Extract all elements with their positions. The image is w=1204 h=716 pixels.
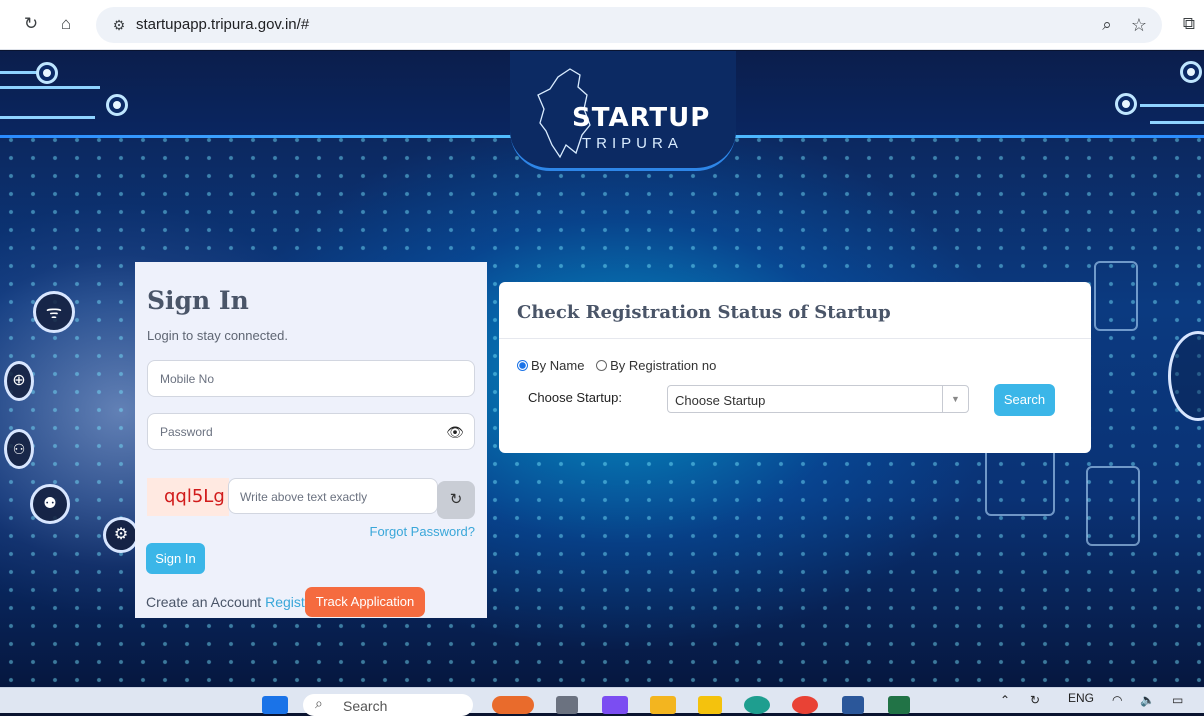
- search-icon: ⌕: [315, 695, 323, 711]
- signin-button[interactable]: Sign In: [146, 543, 205, 574]
- page-background: STARTUP TRIPURA ᯤ ⊕ ⚇ ⚉ ⚙ Sign In Login …: [0, 51, 1204, 687]
- track-application-button[interactable]: Track Application: [305, 587, 425, 617]
- language-indicator[interactable]: ENG: [1068, 691, 1094, 705]
- radio-by-registration-label[interactable]: By Registration no: [610, 358, 716, 373]
- signin-title: Sign In: [147, 286, 249, 315]
- people-icon: ⚇: [4, 429, 34, 469]
- edge-icon[interactable]: [744, 696, 770, 714]
- battery-icon[interactable]: ▭: [1172, 693, 1183, 707]
- chevron-up-icon[interactable]: ⌃: [1000, 693, 1010, 707]
- radio-by-name-label[interactable]: By Name: [531, 358, 584, 373]
- circuit-wire: [1140, 104, 1204, 107]
- radio-by-name[interactable]: [517, 360, 528, 371]
- browser-toolbar: ↻ ⌂ ⚙ startupapp.tripura.gov.in/# ⌕ ☆ ⧉: [0, 0, 1204, 50]
- select-value: Choose Startup: [675, 393, 766, 408]
- reload-icon[interactable]: ↻: [20, 13, 42, 35]
- search-mode-radios: By Name By Registration no: [517, 358, 716, 373]
- circuit-wire: [0, 71, 40, 74]
- circuit-node: [1180, 61, 1202, 83]
- radio-by-registration[interactable]: [596, 360, 608, 371]
- password-placeholder: Password: [160, 425, 213, 439]
- extensions-icon[interactable]: ⧉: [1178, 13, 1200, 35]
- circuit-wire: [0, 86, 100, 89]
- create-account-label: Create an Account: [146, 594, 262, 610]
- hologram-panel: [1094, 261, 1138, 331]
- globe-icon: ⊕: [4, 361, 34, 401]
- taskbar-search-label: Search: [343, 698, 388, 714]
- bookmark-star-icon[interactable]: ☆: [1128, 14, 1150, 36]
- captcha-input[interactable]: Write above text exactly: [228, 478, 438, 514]
- password-input[interactable]: Password 👁: [147, 413, 475, 450]
- circuit-wire: [0, 116, 95, 119]
- mobile-input[interactable]: Mobile No: [147, 360, 475, 397]
- eye-icon[interactable]: 👁: [446, 423, 464, 441]
- logo-subtitle: TRIPURA: [582, 135, 683, 152]
- task-view-icon[interactable]: [556, 696, 578, 714]
- gear-icon: ⚙: [103, 517, 139, 553]
- chrome-icon[interactable]: [792, 696, 818, 714]
- hologram-panel: [1086, 466, 1140, 546]
- excel-icon[interactable]: [888, 696, 910, 714]
- wifi-icon: ᯤ: [33, 291, 75, 333]
- word-icon[interactable]: [842, 696, 864, 714]
- circuit-wire: [1150, 121, 1204, 124]
- registration-status-card: Check Registration Status of Startup By …: [499, 282, 1091, 453]
- sticky-notes-icon[interactable]: [698, 696, 722, 714]
- url-text[interactable]: startupapp.tripura.gov.in/#: [136, 16, 309, 33]
- captcha-image: qql5Lg: [147, 478, 229, 516]
- wifi-tray-icon[interactable]: ◠: [1112, 693, 1122, 707]
- copilot-icon[interactable]: [602, 696, 628, 714]
- home-icon[interactable]: ⌂: [55, 13, 77, 35]
- choose-startup-select[interactable]: Choose Startup ▼: [667, 385, 969, 413]
- circuit-node: [106, 94, 128, 116]
- choose-startup-label: Choose Startup:: [528, 390, 622, 405]
- site-settings-icon[interactable]: ⚙: [108, 14, 130, 36]
- refresh-icon[interactable]: ↻: [1030, 693, 1040, 707]
- logo-title: STARTUP: [572, 103, 711, 133]
- search-button[interactable]: Search: [994, 384, 1055, 416]
- zoom-icon[interactable]: ⌕: [1096, 14, 1118, 36]
- file-explorer-icon[interactable]: [650, 696, 676, 714]
- circuit-node: [36, 62, 58, 84]
- volume-icon[interactable]: 🔈: [1140, 693, 1155, 707]
- forgot-password-link[interactable]: Forgot Password?: [370, 524, 476, 539]
- create-account-text: Create an Account Register: [146, 594, 317, 610]
- signin-card: Sign In Login to stay connected. Mobile …: [135, 262, 487, 618]
- refresh-captcha-icon[interactable]: ↻: [437, 481, 475, 519]
- status-title: Check Registration Status of Startup: [517, 302, 891, 323]
- startup-tripura-logo[interactable]: STARTUP TRIPURA: [510, 51, 736, 171]
- address-bar[interactable]: ⚙ startupapp.tripura.gov.in/# ⌕ ☆: [96, 7, 1162, 43]
- signin-subtitle: Login to stay connected.: [147, 328, 288, 343]
- chevron-down-icon[interactable]: ▼: [942, 386, 968, 412]
- divider: [499, 338, 1091, 339]
- circuit-node: [1115, 93, 1137, 115]
- start-icon[interactable]: [262, 696, 288, 714]
- widgets-icon[interactable]: [492, 696, 534, 714]
- windows-taskbar: ⌕ Search ⌃ ↻ ENG ◠ 🔈 ▭: [0, 687, 1204, 716]
- team-icon: ⚉: [30, 484, 70, 524]
